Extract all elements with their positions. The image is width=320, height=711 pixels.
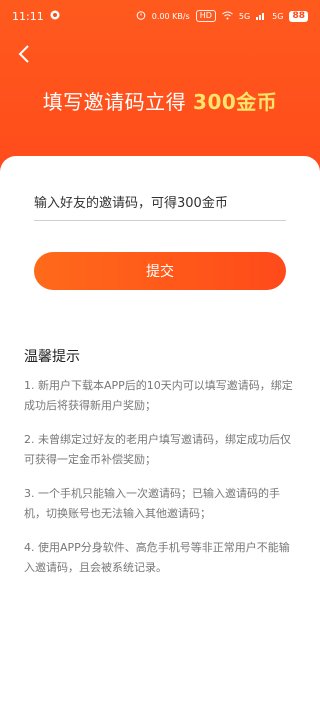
page-title: 填写邀请码立得 300金币 xyxy=(0,86,320,115)
tips-title: 温馨提示 xyxy=(24,349,80,365)
wifi-icon xyxy=(222,11,233,22)
back-button[interactable] xyxy=(10,40,38,68)
title-amount: 300金币 xyxy=(193,90,278,114)
signal-5g-1: 5G xyxy=(238,11,251,21)
battery-badge: 88 xyxy=(289,10,308,22)
title-prefix: 填写邀请码立得 xyxy=(42,90,194,114)
status-bar: 11:11 0.00 KB/s HD 5G 5G 88 xyxy=(0,0,320,32)
signal-icon xyxy=(256,11,266,22)
content-card: 提交 温馨提示 1. 新用户下载本APP后的10天内可以填写邀请码，绑定成功后将… xyxy=(0,156,320,711)
signal-5g-2: 5G xyxy=(272,11,284,21)
list-item: 3. 一个手机只能输入一次邀请码；已输入邀请码的手机，切换账号也无法输入其他邀请… xyxy=(24,487,280,520)
list-item: 2. 未曾绑定过好友的老用户填写邀请码，绑定成功后仅可获得一定金币补偿奖励； xyxy=(24,433,291,466)
alarm-icon xyxy=(136,10,146,22)
list-item: 1. 新用户下载本APP后的10天内可以填写邀请码，绑定成功后将获得新用户奖励； xyxy=(24,379,293,412)
list-item: 4. 使用APP分身软件、高危手机号等非正常用户不能输入邀请码，且会被系统记录。 xyxy=(24,541,290,574)
tips-list: 1. 新用户下载本APP后的10天内可以填写邀请码，绑定成功后将获得新用户奖励；… xyxy=(24,376,298,592)
network-speed: 0.00 KB/s xyxy=(151,11,190,21)
invite-code-input[interactable] xyxy=(34,186,286,221)
status-time: 11:11 xyxy=(12,9,44,23)
notification-icon xyxy=(50,10,60,23)
submit-button[interactable]: 提交 xyxy=(34,252,286,290)
chevron-left-icon xyxy=(18,45,29,63)
hd-badge: HD xyxy=(195,10,216,22)
